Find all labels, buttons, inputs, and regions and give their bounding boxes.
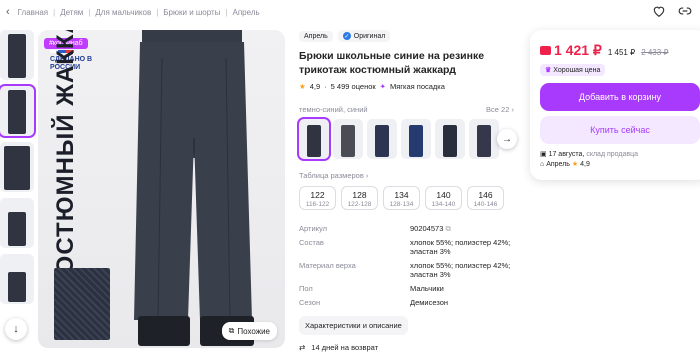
color-swatch[interactable] [333,119,363,159]
original-label: Оригинал [353,32,386,40]
thumbnail[interactable] [0,84,36,138]
color-swatches: → [297,117,517,161]
breadcrumb-item[interactable]: Брюки и шорты [163,8,220,17]
fit-label: Мягкая посадка [389,82,445,91]
specs-table: Артикул 90204573 ⧉ Состав хлопок 55%; по… [299,224,514,307]
color-swatch[interactable] [469,119,499,159]
pants-illustration [134,30,254,346]
buy-now-button[interactable]: Купить сейчас [540,116,700,144]
copy-icon[interactable]: ⧉ [445,224,450,233]
wallet-icon [540,46,551,55]
product-info: Апрель ✓ Оригинал Брюки школьные синие н… [297,30,517,352]
spec-row: Материал верха хлопок 55%; полиэстер 42%… [299,261,511,279]
back-arrow-icon[interactable]: ‹ [6,6,10,18]
size-option[interactable]: 146 140-146 [467,186,504,210]
thumbnail[interactable] [0,30,34,80]
original-badge: ✓ Оригинал [337,30,391,42]
return-policy: ⇄ 14 дней на возврат [299,343,379,352]
rating-row: ★ 4,9 · 5 499 оценок ✦ Мягкая посадка [299,82,445,91]
breadcrumb: ‹ Главная | Детям | Для мальчиков | Брюки и… [6,6,260,18]
top-actions [652,4,692,18]
arrow-right-icon[interactable]: → [497,129,517,149]
spec-row: Сезон Демисезон [299,298,449,307]
size-table-link[interactable]: Таблица размеров › [299,171,514,180]
size-selector: 122 116-122 128 122-128 134 128-134 140 134-… [299,186,514,210]
product-image[interactable]: #корзинаб СДЕЛАНО В РОССИИ КОСТЮМНЫЙ ЖАК… [38,30,285,348]
thumbnail-strip [0,30,36,310]
breadcrumb-item[interactable]: Для мальчиков [95,8,151,17]
share-link-icon[interactable] [678,4,692,18]
fabric-swatch-image [54,268,110,340]
brand-link[interactable]: Апрель [299,30,333,42]
spec-row: Состав хлопок 55%; полиэстер 42%; эласта… [299,238,511,256]
return-icon: ⇄ [299,343,306,352]
color-swatch[interactable] [401,119,431,159]
sparkle-icon: ✦ [379,82,386,91]
thumbnail[interactable] [0,254,34,304]
breadcrumb-item[interactable]: Главная [18,8,48,17]
wallet-price: 1 421 ₽ [540,42,602,59]
price: 1 451 ₽ [607,48,636,57]
size-option[interactable]: 140 134-140 [425,186,462,210]
heart-icon[interactable] [652,4,666,18]
checkmark-icon: ✓ [342,32,351,40]
breadcrumb-item[interactable]: Апрель [233,8,260,17]
reviews-link[interactable]: 5 499 оценок [331,82,376,91]
similar-icon: ⧉ [228,326,235,335]
size-option[interactable]: 128 122-128 [341,186,378,210]
breadcrumb-item[interactable]: Детям [60,8,83,17]
vertical-caption: КОСТЮМНЫЙ ЖАККАРД [52,30,116,290]
seller-link[interactable]: Апрель [546,161,570,168]
characteristics-button[interactable]: Характеристики и описание [299,316,408,335]
star-icon: ★ [299,82,306,91]
similar-button[interactable]: ⧉ Похожие [221,322,277,340]
delivery-info: ▣ 17 августа, склад продавца ⌂ Апрель ★ … [540,151,638,168]
spec-row: Пол Мальчики [299,284,444,293]
color-label: темно-синий, синий [299,105,368,114]
color-swatch[interactable] [297,117,331,161]
vertical-caption-text: КОСТЮМНЫЙ ЖАККАРД [52,30,79,290]
thumbnail[interactable] [0,198,34,248]
buy-card: 1 421 ₽ 1 451 ₽ 2 433 ₽ ♛ Хорошая цена Д… [530,30,700,180]
color-swatch[interactable] [367,119,397,159]
good-price-icon: ♛ [545,67,552,74]
rating-value: 4,9 [309,82,321,91]
color-swatch[interactable] [435,119,465,159]
spec-row: Артикул 90204573 ⧉ [299,224,451,233]
thumbnail[interactable] [0,142,34,192]
add-to-cart-button[interactable]: Добавить в корзину [540,83,700,111]
size-option[interactable]: 122 116-122 [299,186,336,210]
similar-label: Похожие [237,326,270,336]
good-price-badge: ♛ Хорошая цена [540,64,606,76]
size-option[interactable]: 134 128-134 [383,186,420,210]
chevron-down-icon[interactable]: ↓ [5,318,27,340]
product-title: Брюки школьные синие на резинке трикотаж… [299,50,485,76]
star-icon: ★ [571,161,579,168]
all-colors-link[interactable]: Все 22 › [486,105,514,114]
old-price: 2 433 ₽ [641,48,669,57]
store-icon: ⌂ [540,161,545,168]
box-icon: ▣ [540,151,547,158]
